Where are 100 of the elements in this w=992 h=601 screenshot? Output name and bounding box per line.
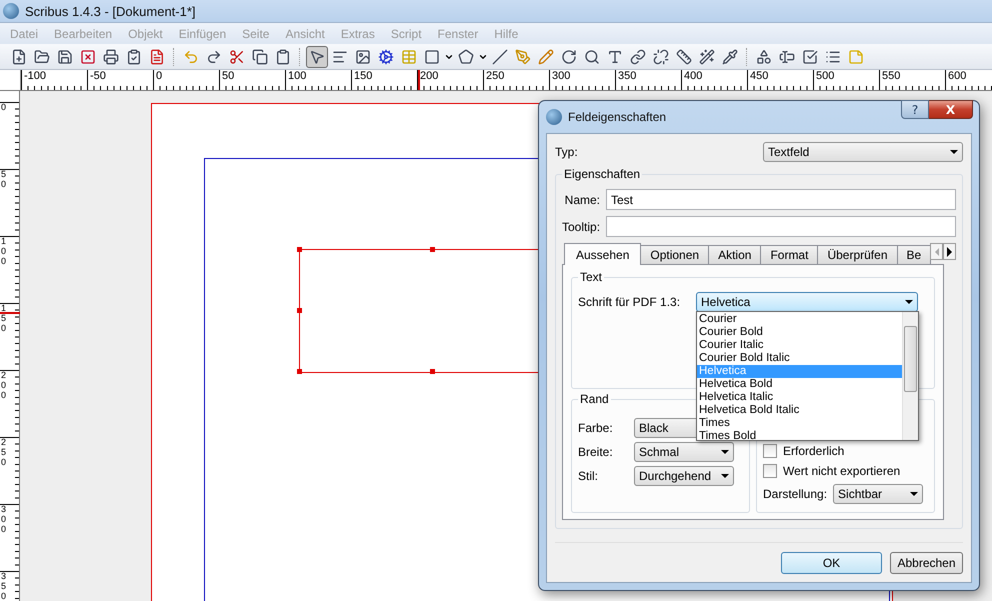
name-field[interactable]: Test (606, 189, 956, 210)
resize-handle[interactable] (297, 308, 302, 313)
polygon-icon (458, 48, 474, 64)
resize-handle[interactable] (430, 247, 435, 252)
eyedropper-icon (722, 48, 738, 64)
checklist-icon (126, 48, 142, 64)
scroll-right-button[interactable] (943, 243, 956, 260)
dropdown[interactable]: Durchgehend (634, 466, 734, 486)
magic-wand-icon (699, 48, 715, 64)
tooltip-field[interactable] (606, 216, 956, 237)
ruler-icon (676, 48, 692, 64)
group-title: Rand (578, 392, 611, 406)
dropdown-option[interactable]: Helvetica Italic (697, 391, 902, 404)
ruler-label: 250 (1, 438, 8, 468)
dropdown-option[interactable]: Courier Bold Italic (697, 352, 902, 365)
resize-handle[interactable] (297, 247, 302, 252)
app-globe-icon (546, 109, 562, 125)
ruler-label: 250 (483, 70, 549, 90)
ruler-label: 100 (1, 237, 8, 267)
font-dropdown[interactable]: Helvetica (696, 292, 918, 312)
tab[interactable]: Überprüfen (817, 245, 898, 264)
field-label: Stil: (578, 469, 600, 483)
scrollbar[interactable] (902, 312, 918, 440)
ruler-label: 0 (153, 70, 219, 90)
field-label: Typ: (555, 145, 578, 159)
image-frame-icon (355, 48, 371, 64)
app-globe-icon (3, 3, 19, 19)
field-label: Farbe: (578, 421, 614, 435)
save-icon (57, 48, 73, 64)
ruler-label: 150 (351, 70, 417, 90)
ruler-label: 50 (219, 70, 285, 90)
pdf-export-icon (149, 48, 165, 64)
dropdown[interactable]: Schmal (634, 442, 734, 462)
close-button[interactable]: X (929, 100, 973, 119)
ok-button[interactable]: OK (781, 552, 882, 574)
print-icon (103, 48, 119, 64)
ruler-label: 500 (813, 70, 879, 90)
copy-icon (252, 48, 268, 64)
checkbox[interactable] (763, 444, 777, 458)
checkbox-icon (802, 48, 818, 64)
tab[interactable]: Format (760, 245, 818, 264)
pencil-icon (538, 48, 554, 64)
search-icon (584, 48, 600, 64)
note-icon (848, 48, 864, 64)
help-button[interactable]: ? (901, 100, 929, 119)
dropdown-option[interactable]: Courier Italic (697, 339, 902, 352)
field-label: Breite: (578, 445, 614, 459)
rectangle-icon (424, 48, 440, 64)
dropdown-option[interactable]: Courier Bold (697, 326, 902, 339)
pointer-icon (309, 48, 325, 64)
tab[interactable]: Aktion (708, 245, 762, 264)
table-icon (401, 48, 417, 64)
pointer-tool-button[interactable] (306, 46, 328, 68)
ruler-label: 550 (879, 70, 945, 90)
dropdown-option[interactable]: Helvetica Bold (697, 378, 902, 391)
ruler-label: 450 (747, 70, 813, 90)
checkbox[interactable] (763, 464, 777, 478)
tab[interactable]: Optionen (640, 245, 710, 264)
ruler-label: 0 (1, 103, 8, 113)
field-label: Schrift für PDF 1.3: (578, 295, 682, 309)
ruler-label: 400 (681, 70, 747, 90)
ruler-label: -100 (21, 70, 87, 90)
ruler-label: 300 (1, 505, 8, 535)
ruler-label: 350 (615, 70, 681, 90)
checkbox-label: Erforderlich (783, 444, 844, 458)
cursor-marker (0, 312, 20, 314)
line-icon (492, 48, 508, 64)
list-icon (825, 48, 841, 64)
resize-handle[interactable] (297, 369, 302, 374)
text-edit-icon (607, 48, 623, 64)
checkbox-label: Wert nicht exportieren (783, 464, 900, 478)
dropdown-option[interactable]: Helvetica Bold Italic (697, 404, 902, 417)
rotate-icon (561, 48, 577, 64)
field-label: Darstellung: (763, 487, 828, 501)
ruler-label: -50 (87, 70, 153, 90)
close-document-icon (80, 48, 96, 64)
tab[interactable]: Aussehen (564, 243, 642, 265)
pen-icon (515, 48, 531, 64)
new-document-icon (11, 48, 27, 64)
group-title: Text (578, 270, 604, 284)
display-dropdown[interactable]: Sichtbar (833, 484, 924, 504)
cancel-button[interactable]: Abbrechen (890, 552, 963, 574)
field-label: Tooltip: (562, 220, 600, 234)
dropdown-option[interactable]: Courier (697, 313, 902, 326)
type-dropdown[interactable]: Textfeld (763, 142, 963, 162)
ruler-label: 200 (1, 371, 8, 401)
cut-icon (229, 48, 245, 64)
field-label: Name: (564, 192, 600, 206)
resize-handle[interactable] (430, 369, 435, 374)
ruler-label: 100 (285, 70, 351, 90)
ruler-label: 150 (1, 304, 8, 334)
redo-icon (206, 48, 222, 64)
gear-icon (378, 48, 394, 64)
open-folder-icon (34, 48, 50, 64)
ruler-label: 350 (1, 572, 8, 601)
link-icon (630, 48, 646, 64)
group-title: Eigenschaften (562, 167, 642, 181)
text-frame-icon (332, 48, 348, 64)
tab[interactable]: Be (896, 245, 932, 264)
ruler-label: 300 (549, 70, 615, 90)
